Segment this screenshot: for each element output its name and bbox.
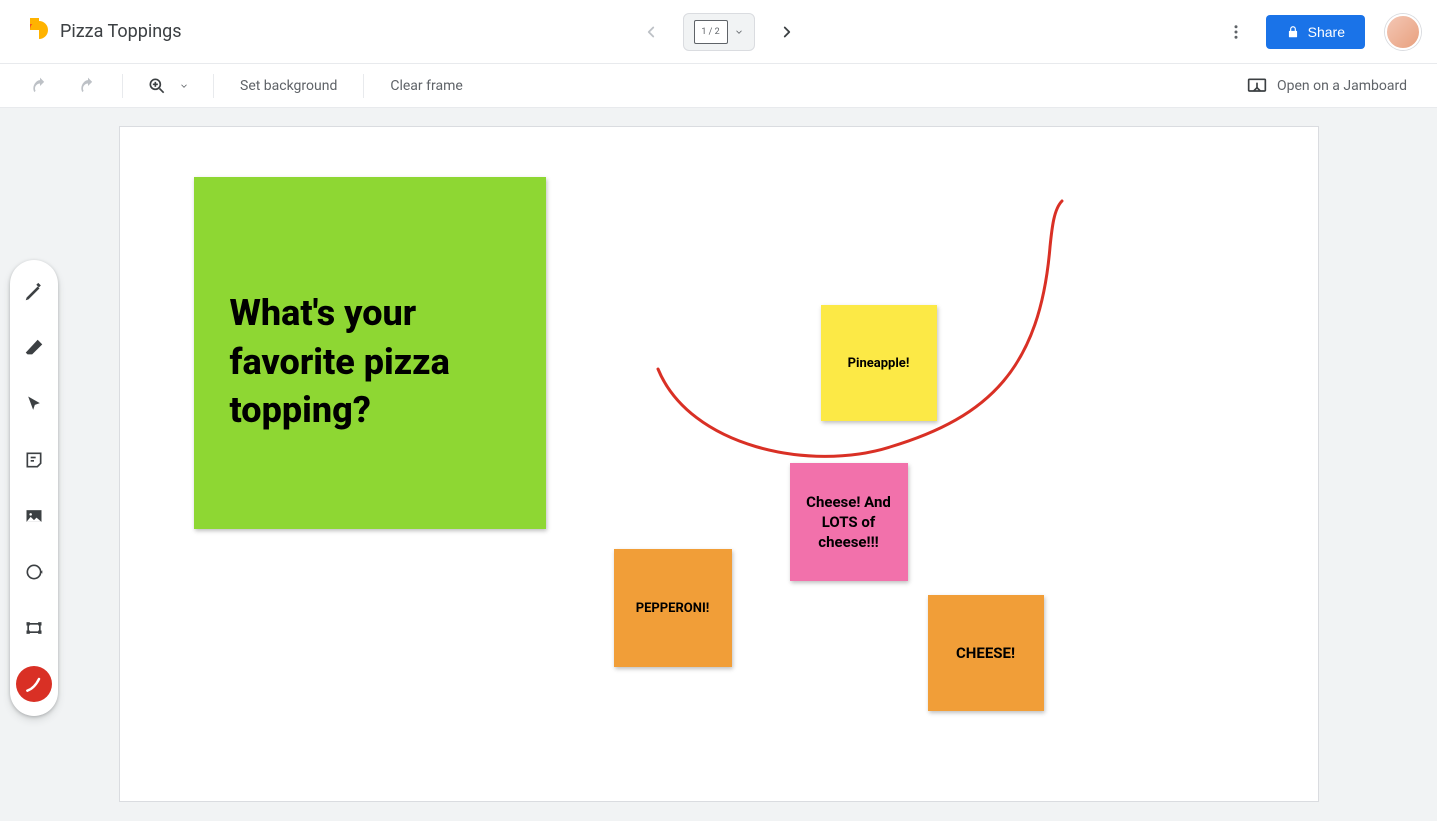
sticky-note-cheese-lots[interactable]: Cheese! And LOTS of cheese!!! bbox=[790, 463, 908, 581]
next-frame-button[interactable] bbox=[773, 18, 801, 46]
zoom-icon bbox=[147, 76, 167, 96]
chevron-down-icon bbox=[179, 81, 189, 91]
user-avatar[interactable] bbox=[1385, 14, 1421, 50]
laser-icon bbox=[24, 674, 44, 694]
select-tool[interactable] bbox=[16, 386, 52, 422]
toolbar: Set background Clear frame Open on a Jam… bbox=[0, 64, 1437, 108]
laser-tool[interactable] bbox=[16, 666, 52, 702]
share-label: Share bbox=[1308, 24, 1345, 40]
redo-icon bbox=[78, 76, 98, 96]
toolbar-right: Open on a Jamboard bbox=[1237, 70, 1417, 102]
more-options-button[interactable] bbox=[1218, 14, 1254, 50]
toolbar-separator bbox=[213, 74, 214, 98]
undo-icon bbox=[30, 76, 50, 96]
sticky-text: Cheese! And LOTS of cheese!!! bbox=[800, 492, 898, 553]
eraser-icon bbox=[23, 337, 45, 359]
question-text: What's your favorite pizza topping? bbox=[230, 289, 510, 435]
sticky-note-pepperoni[interactable]: PEPPERONI! bbox=[614, 549, 732, 667]
jamboard-logo-icon bbox=[16, 16, 48, 48]
eraser-tool[interactable] bbox=[16, 330, 52, 366]
open-on-jamboard-button[interactable]: Open on a Jamboard bbox=[1237, 70, 1417, 102]
sticky-note-tool[interactable] bbox=[16, 442, 52, 478]
prev-frame-button[interactable] bbox=[637, 18, 665, 46]
document-title[interactable]: Pizza Toppings bbox=[60, 21, 182, 42]
circle-icon bbox=[24, 562, 44, 582]
frame-indicator[interactable]: 1 / 2 bbox=[683, 13, 755, 51]
cast-icon bbox=[1247, 76, 1267, 96]
pen-tool[interactable] bbox=[16, 274, 52, 310]
shape-tool[interactable] bbox=[16, 554, 52, 590]
image-tool[interactable] bbox=[16, 498, 52, 534]
chevron-down-icon bbox=[734, 27, 744, 37]
sticky-text: Pineapple! bbox=[848, 356, 910, 371]
header-bar: Pizza Toppings 1 / 2 Share bbox=[0, 0, 1437, 64]
workspace: What's your favorite pizza topping? Pine… bbox=[0, 108, 1437, 821]
lock-icon bbox=[1286, 25, 1300, 39]
frame-counter-label: 1 / 2 bbox=[701, 27, 719, 37]
sticky-note-pineapple[interactable]: Pineapple! bbox=[821, 305, 937, 421]
side-toolbar bbox=[10, 260, 58, 716]
sticky-text: PEPPERONI! bbox=[636, 601, 710, 616]
text-box-tool[interactable] bbox=[16, 610, 52, 646]
open-on-jamboard-label: Open on a Jamboard bbox=[1277, 78, 1407, 94]
pen-icon bbox=[23, 281, 45, 303]
frame-navigation: 1 / 2 bbox=[637, 13, 801, 51]
question-sticky-note[interactable]: What's your favorite pizza topping? bbox=[194, 177, 546, 529]
frame-counter-icon: 1 / 2 bbox=[694, 20, 728, 44]
set-background-button[interactable]: Set background bbox=[228, 72, 349, 100]
sticky-text: CHEESE! bbox=[956, 644, 1015, 662]
redo-button[interactable] bbox=[68, 70, 108, 102]
text-box-icon bbox=[24, 618, 44, 638]
header-actions: Share bbox=[1218, 14, 1421, 50]
jamboard-canvas[interactable]: What's your favorite pizza topping? Pine… bbox=[119, 126, 1319, 802]
image-icon bbox=[24, 506, 44, 526]
share-button[interactable]: Share bbox=[1266, 15, 1365, 49]
undo-button[interactable] bbox=[20, 70, 60, 102]
sticky-note-cheese[interactable]: CHEESE! bbox=[928, 595, 1044, 711]
pointer-icon bbox=[24, 394, 44, 414]
more-vert-icon bbox=[1227, 23, 1245, 41]
sticky-note-icon bbox=[24, 450, 44, 470]
zoom-button[interactable] bbox=[137, 70, 199, 102]
toolbar-separator bbox=[363, 74, 364, 98]
clear-frame-button[interactable]: Clear frame bbox=[378, 72, 474, 100]
toolbar-separator bbox=[122, 74, 123, 98]
